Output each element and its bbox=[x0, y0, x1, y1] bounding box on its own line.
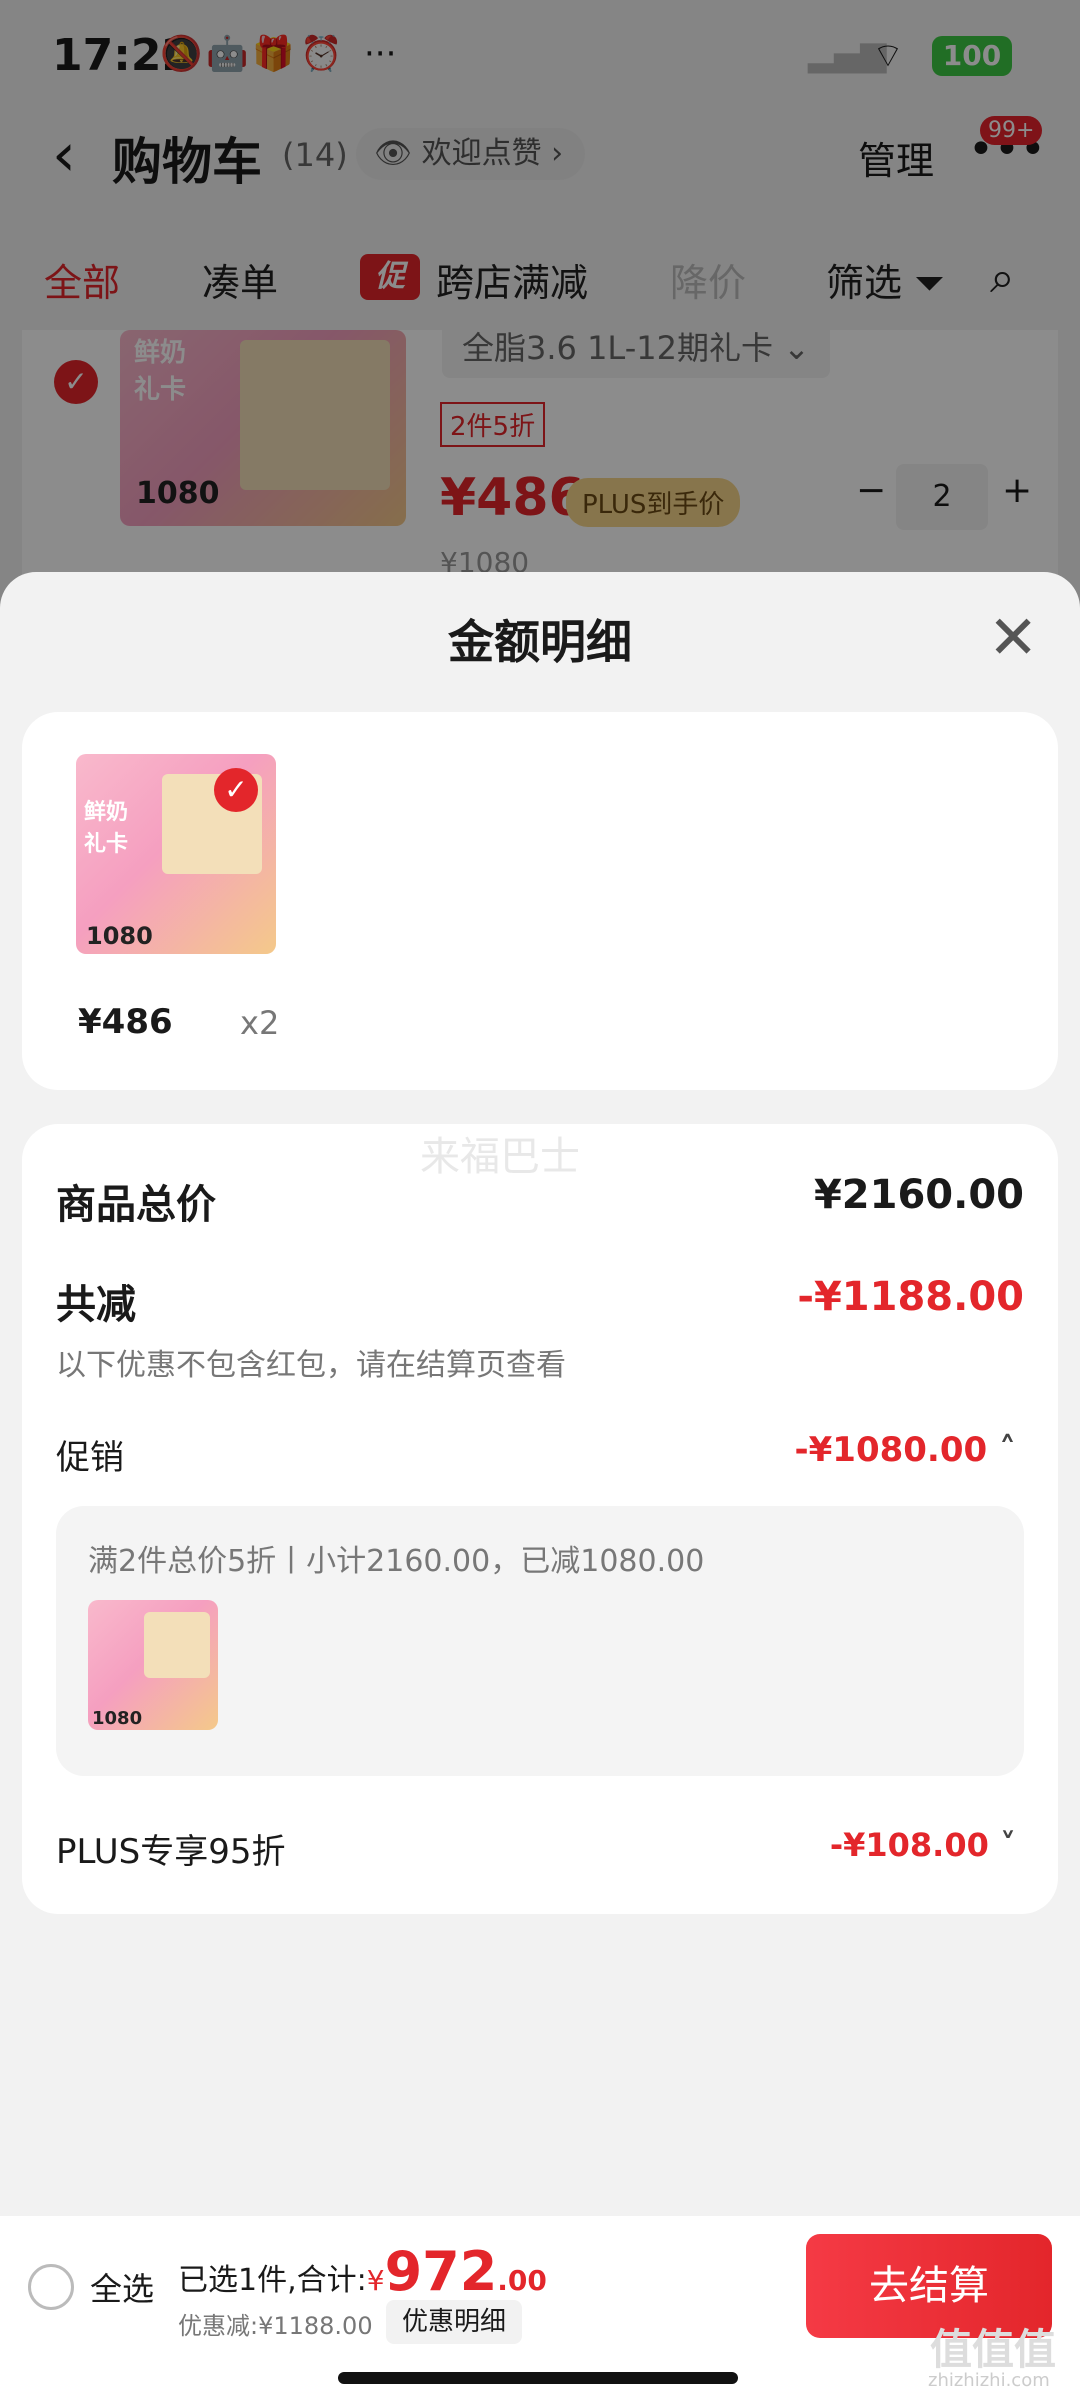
thumb-check-icon: ✓ bbox=[214, 768, 258, 812]
select-all-radio[interactable] bbox=[28, 2264, 74, 2310]
plus-label: PLUS专享95折 bbox=[56, 1832, 286, 1872]
plus-value: -¥108.00 bbox=[829, 1826, 989, 1864]
chevron-up-icon: ˄ bbox=[999, 1430, 1016, 1470]
promo-detail-box: 满2件总价5折丨小计2160.00，已减1080.00 1080 bbox=[56, 1506, 1024, 1776]
watermark-logo: 值值值 bbox=[930, 2325, 1057, 2374]
product-qty: x2 bbox=[240, 1004, 280, 1042]
promo-value: -¥1080.00 bbox=[794, 1430, 988, 1470]
reduced-label: 共减 bbox=[56, 1282, 136, 1328]
product-price: ¥486 bbox=[78, 1002, 173, 1042]
select-all-label[interactable]: 全选 bbox=[90, 2264, 154, 2310]
promo-detail-text: 满2件总价5折丨小计2160.00，已减1080.00 bbox=[88, 1544, 705, 1579]
currency: ¥ bbox=[366, 2264, 385, 2297]
promo-label: 促销 bbox=[56, 1438, 124, 1478]
plus-toggle[interactable]: -¥108.00 ˅ bbox=[830, 1826, 1016, 1864]
sheet-title: 金额明细 bbox=[448, 615, 632, 669]
chevron-down-icon: ˅ bbox=[1000, 1826, 1016, 1864]
total-label: 商品总价 bbox=[56, 1182, 216, 1228]
thumb-text: 鲜奶 礼卡 bbox=[84, 800, 129, 857]
reduction-note: 以下优惠不包含红包，请在结算页查看 bbox=[56, 1348, 566, 1383]
close-icon[interactable]: ✕ bbox=[988, 608, 1038, 668]
promo-thumb-price: 1080 bbox=[92, 1708, 143, 1729]
promo-toggle[interactable]: -¥1080.00 ˄ bbox=[795, 1430, 1016, 1470]
promo-product-thumb: 1080 bbox=[88, 1600, 218, 1730]
selected-text: 已选1件,合计: bbox=[178, 2263, 367, 2298]
watermark-sub: zhizhizhi.com bbox=[928, 2370, 1050, 2391]
total-dec: .00 bbox=[497, 2264, 547, 2297]
product-card: 鲜奶 礼卡 1080 ✓ ¥486 x2 bbox=[22, 712, 1058, 1090]
home-indicator[interactable] bbox=[338, 2372, 738, 2384]
reduced-value: -¥1188.00 bbox=[797, 1274, 1024, 1320]
thumb-price: 1080 bbox=[86, 922, 153, 950]
total-int: 972 bbox=[384, 2240, 498, 2303]
watermark: 来福巴士 bbox=[420, 1134, 580, 1180]
total-value: ¥2160.00 bbox=[813, 1172, 1024, 1218]
total-summary: 已选1件,合计:¥972.00 bbox=[178, 2240, 547, 2303]
discount-text: 优惠减:¥1188.00 bbox=[178, 2312, 373, 2340]
discount-detail-button[interactable]: 优惠明细 bbox=[386, 2300, 523, 2344]
